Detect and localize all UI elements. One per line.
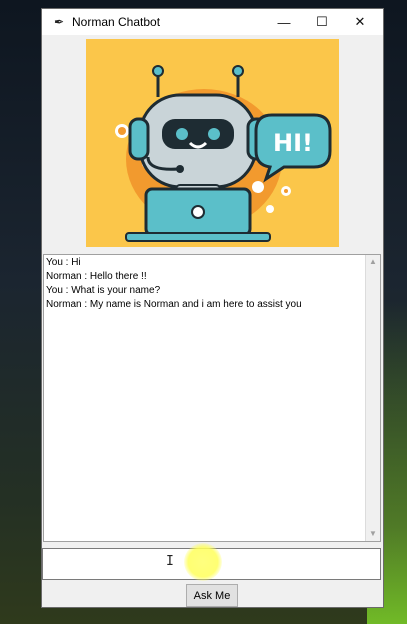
chatbot-window: ✒ Norman Chatbot — ☐ ✕ HI! You: Hi Norm… xyxy=(42,9,383,607)
robot-illustration: HI! xyxy=(86,39,339,247)
text-cursor-icon: I xyxy=(166,554,174,569)
cursor-highlight xyxy=(184,543,222,581)
ask-me-button[interactable]: Ask Me xyxy=(186,584,238,607)
chat-scrollbar[interactable]: ▲ ▼ xyxy=(365,255,380,541)
scroll-down-arrow-icon[interactable]: ▼ xyxy=(366,527,380,541)
robot-banner-image: HI! xyxy=(86,39,339,247)
chat-log-text: You : Hi Norman : Hello there !! You : W… xyxy=(46,257,302,310)
window-title: Norman Chatbot xyxy=(72,15,161,29)
title-bar: ✒ Norman Chatbot — ☐ ✕ xyxy=(42,9,383,35)
feather-icon: ✒ xyxy=(53,15,65,29)
scroll-up-arrow-icon[interactable]: ▲ xyxy=(366,255,380,269)
maximize-button[interactable]: ☐ xyxy=(305,9,339,35)
chat-log-area[interactable]: You : Hi Norman : Hello there !! You : W… xyxy=(43,254,381,542)
close-button[interactable]: ✕ xyxy=(343,9,377,35)
speech-bubble-text: HI! xyxy=(273,129,313,157)
minimize-button[interactable]: — xyxy=(267,9,301,35)
